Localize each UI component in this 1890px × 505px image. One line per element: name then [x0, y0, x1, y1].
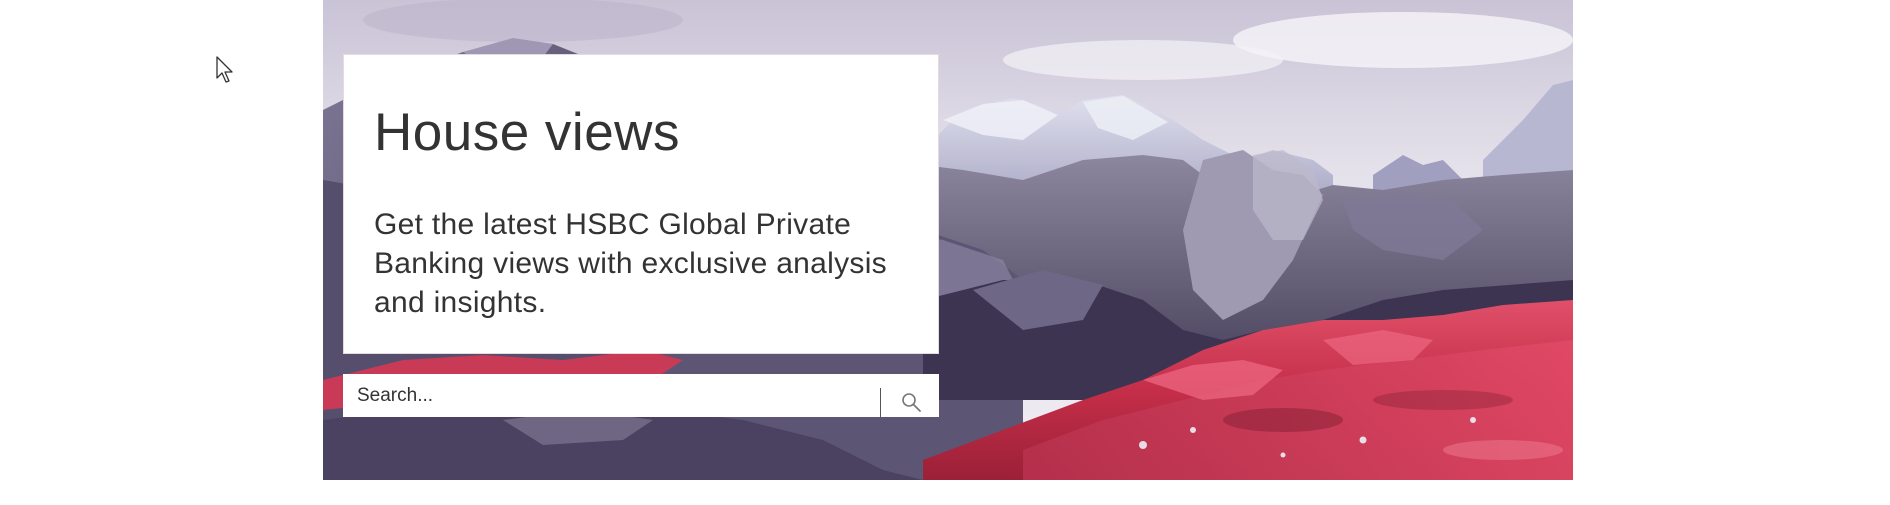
search-input[interactable] [357, 374, 897, 417]
card-description: Get the latest HSBC Global Private Banki… [374, 208, 887, 319]
search-icon [902, 393, 921, 412]
page: House views Get the latest HSBC Global P… [0, 0, 1890, 505]
house-views-card: House views Get the latest HSBC Global P… [343, 54, 939, 354]
mouse-cursor-icon [216, 56, 233, 83]
search-bar [343, 374, 939, 417]
page-title: House views [374, 103, 680, 162]
search-button[interactable] [891, 382, 931, 417]
search-divider [880, 388, 881, 417]
